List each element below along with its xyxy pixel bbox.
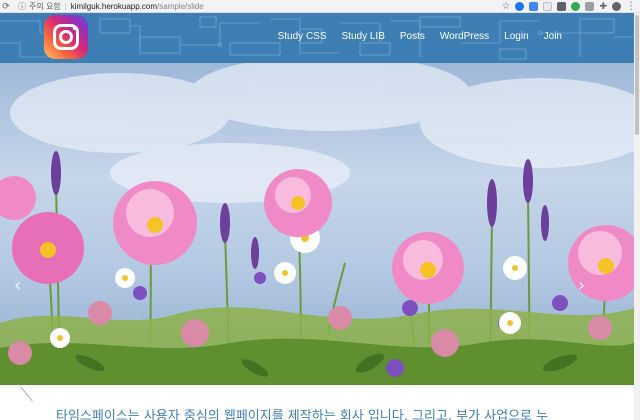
extension-icon[interactable] bbox=[571, 1, 581, 11]
logo-dot bbox=[73, 27, 76, 30]
intro-section: 타임스페이스는 사용자 중심의 웹페이지를 제작하는 회사 입니다. 그리고, … bbox=[0, 385, 634, 420]
extension-icon[interactable] bbox=[585, 1, 595, 11]
nav-wordpress[interactable]: WordPress bbox=[440, 31, 489, 42]
security-indicator[interactable]: ⓘ 주의 요함 bbox=[18, 1, 61, 12]
puzzle-icon[interactable]: ✚ bbox=[599, 1, 607, 12]
extension-icon[interactable] bbox=[515, 1, 525, 11]
site-header: Study CSS Study LIB Posts WordPress Logi… bbox=[0, 13, 634, 63]
extension-icon[interactable] bbox=[529, 1, 539, 11]
intro-text: 타임스페이스는 사용자 중심의 웹페이지를 제작하는 회사 입니다. 그리고, … bbox=[56, 409, 549, 420]
decorative-line bbox=[20, 387, 52, 401]
divider: | bbox=[64, 1, 67, 11]
nav-login[interactable]: Login bbox=[504, 31, 528, 42]
page-scrollbar[interactable] bbox=[634, 13, 640, 420]
url-host: kimilguk.herokuapp.com bbox=[70, 1, 158, 11]
browser-toolbar: ⟳ ⓘ 주의 요함 | kimilguk.herokuapp.com/sampl… bbox=[0, 0, 640, 13]
nav-study-lib[interactable]: Study LIB bbox=[342, 31, 385, 42]
profile-icon[interactable] bbox=[612, 1, 621, 11]
logo-lens bbox=[59, 30, 73, 44]
instagram-logo-icon[interactable] bbox=[44, 15, 88, 59]
more-menu-icon[interactable]: ⋮ bbox=[626, 1, 636, 12]
extension-icon[interactable] bbox=[557, 1, 567, 11]
nav-posts[interactable]: Posts bbox=[400, 31, 425, 42]
toolbar-icons: ☆ ✚ ⋮ bbox=[501, 1, 640, 12]
scrollbar-thumb[interactable] bbox=[635, 15, 639, 135]
url-field[interactable]: kimilguk.herokuapp.com/sample/slide bbox=[71, 2, 204, 11]
nav-join[interactable]: Join bbox=[544, 31, 562, 42]
slider-next-button[interactable]: › bbox=[578, 275, 585, 296]
slide-image-flowers bbox=[0, 63, 634, 385]
image-slider[interactable]: ‹ › bbox=[0, 63, 634, 385]
url-path: /sample/slide bbox=[157, 1, 204, 11]
slider-prev-button[interactable]: ‹ bbox=[14, 275, 21, 296]
nav-study-css[interactable]: Study CSS bbox=[278, 31, 327, 42]
info-icon: ⓘ bbox=[18, 1, 26, 11]
main-nav: Study CSS Study LIB Posts WordPress Logi… bbox=[278, 31, 562, 42]
reload-icon[interactable]: ⟳ bbox=[0, 0, 12, 12]
bookmark-star-icon[interactable]: ☆ bbox=[501, 1, 510, 12]
security-label: 주의 요함 bbox=[29, 1, 61, 11]
extension-icon[interactable] bbox=[543, 1, 553, 11]
